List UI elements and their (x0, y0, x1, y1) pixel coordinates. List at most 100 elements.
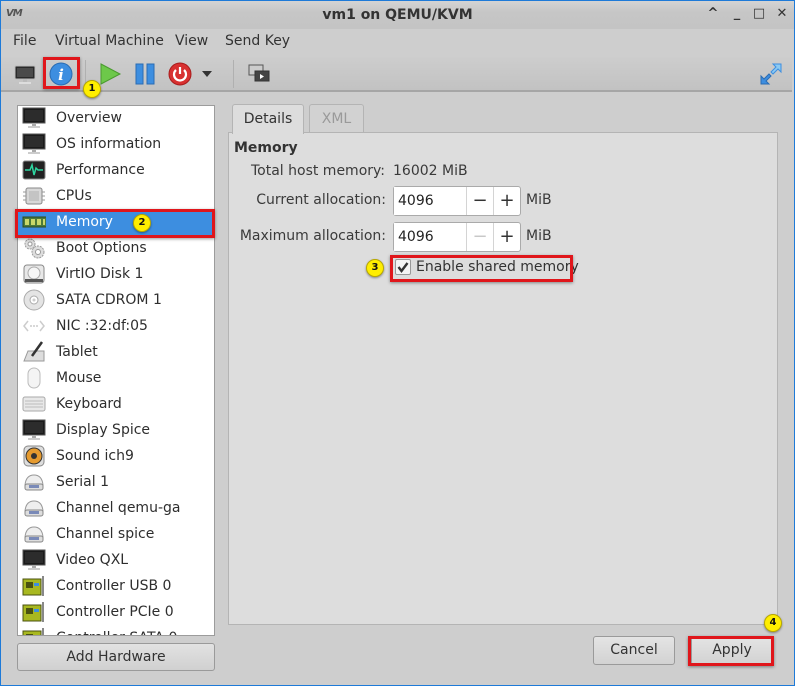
shade-button[interactable]: ^ (705, 6, 721, 22)
menu-virtual-machine[interactable]: Virtual Machine (55, 33, 164, 49)
hardware-list-item-label: NIC :32:df:05 (56, 318, 148, 334)
hardware-list-item-label: CPUs (56, 188, 92, 204)
hardware-list-item[interactable]: NIC :32:df:05 (18, 313, 214, 339)
hardware-list-item-label: SATA CDROM 1 (56, 292, 162, 308)
hardware-list-item-label: Controller PCIe 0 (56, 604, 174, 620)
annotation-badge-4: 4 (764, 614, 782, 632)
window-title: vm1 on QEMU/KVM (322, 7, 473, 23)
hardware-list[interactable]: Overview OS information Performance CPUs Mem… (17, 105, 215, 636)
minimize-button[interactable]: _ (729, 6, 745, 22)
performance-icon (22, 159, 46, 181)
hardware-list-item[interactable]: Controller PCIe 0 (18, 599, 214, 625)
hardware-list-item[interactable]: Channel spice (18, 521, 214, 547)
maximize-button[interactable]: □ (751, 6, 767, 22)
power-icon (168, 62, 192, 86)
hardware-list-item[interactable]: Display Spice (18, 417, 214, 443)
hardware-list-item[interactable]: Keyboard (18, 391, 214, 417)
hardware-list-item-label: Channel spice (56, 526, 155, 542)
hardware-list-item[interactable]: OS information (18, 131, 214, 157)
hardware-list-item[interactable]: SATA CDROM 1 (18, 287, 214, 313)
total-host-memory-label: Total host memory: (250, 163, 385, 179)
tablet-icon (22, 341, 46, 363)
hardware-list-item[interactable]: Channel qemu-ga (18, 495, 214, 521)
hardware-list-item[interactable]: Video QXL (18, 547, 214, 573)
monitor-icon (22, 549, 46, 571)
cancel-button[interactable]: Cancel (593, 636, 675, 665)
hardware-list-item[interactable]: Mouse (18, 365, 214, 391)
hardware-list-item-label: Overview (56, 110, 122, 126)
hardware-list-item-label: Boot Options (56, 240, 147, 256)
serial-icon (22, 497, 46, 519)
close-button[interactable]: ✕ (774, 6, 790, 22)
maximum-allocation-input[interactable] (394, 223, 466, 251)
maximum-allocation-spinner: − + (393, 222, 521, 252)
menu-send-key[interactable]: Send Key (225, 33, 290, 49)
tab-xml[interactable]: XML (309, 104, 364, 133)
menu-file[interactable]: File (13, 33, 36, 49)
snapshots-icon (248, 64, 270, 82)
hardware-list-item[interactable]: Controller USB 0 (18, 573, 214, 599)
cdrom-icon (22, 289, 46, 311)
current-allocation-spinner: − + (393, 186, 521, 216)
gears-icon (22, 237, 46, 259)
annotation-badge-3: 3 (366, 259, 384, 277)
dropdown-arrow-icon (202, 71, 212, 77)
speaker-icon (22, 445, 46, 467)
controller-icon (22, 627, 46, 635)
resize-icon (760, 63, 782, 85)
decrement-button[interactable]: − (466, 187, 493, 215)
hardware-list-item[interactable]: Controller SATA 0 (18, 625, 214, 635)
maximum-allocation-unit: MiB (526, 228, 552, 244)
tab-details[interactable]: Details (232, 104, 304, 134)
shutdown-menu-button[interactable] (197, 60, 217, 88)
hardware-list-item-label: VirtIO Disk 1 (56, 266, 144, 282)
hardware-list-item[interactable]: Sound ich9 (18, 443, 214, 469)
decrement-button[interactable]: − (466, 223, 493, 251)
current-allocation-label: Current allocation: (256, 192, 386, 208)
increment-button[interactable]: + (493, 223, 520, 251)
mouse-icon (22, 367, 46, 389)
menu-bar: File Virtual Machine View Send Key (1, 29, 794, 55)
serial-icon (22, 523, 46, 545)
title-bar[interactable]: VM vm1 on QEMU/KVM ^ _ □ ✕ (1, 1, 794, 29)
nic-icon (22, 315, 46, 337)
annotation-highlight-2 (15, 209, 215, 238)
add-hardware-button[interactable]: Add Hardware (17, 643, 215, 671)
current-allocation-input[interactable] (394, 187, 466, 215)
hardware-list-item[interactable]: Boot Options (18, 235, 214, 261)
pause-button[interactable] (131, 60, 159, 88)
hardware-list-item-label: Performance (56, 162, 145, 178)
hardware-list-item[interactable]: VirtIO Disk 1 (18, 261, 214, 287)
serial-icon (22, 471, 46, 493)
menu-view[interactable]: View (175, 33, 208, 49)
fullscreen-button[interactable] (757, 60, 785, 88)
run-button[interactable] (96, 60, 124, 88)
annotation-highlight-1 (43, 57, 80, 89)
hardware-list-item-label: Controller USB 0 (56, 578, 172, 594)
hardware-list-item[interactable]: Performance (18, 157, 214, 183)
hardware-list-item[interactable]: Serial 1 (18, 469, 214, 495)
hardware-list-item-label: Tablet (56, 344, 98, 360)
shutdown-button[interactable] (166, 60, 194, 88)
increment-button[interactable]: + (493, 187, 520, 215)
section-title: Memory (234, 140, 298, 156)
annotation-highlight-3 (390, 255, 573, 282)
hardware-list-item[interactable]: Tablet (18, 339, 214, 365)
hardware-list-item[interactable]: Overview (18, 106, 214, 131)
vm-details-window: VM vm1 on QEMU/KVM ^ _ □ ✕ File Virtual … (0, 0, 795, 686)
hardware-list-item-label: Video QXL (56, 552, 129, 568)
hardware-list-item-label: Serial 1 (56, 474, 109, 490)
console-button[interactable] (11, 60, 39, 88)
play-icon (100, 63, 122, 85)
total-host-memory-value: 16002 MiB (393, 163, 468, 179)
monitor-icon (22, 133, 46, 155)
hardware-list-item[interactable]: CPUs (18, 183, 214, 209)
hardware-list-item-label: Channel qemu-ga (56, 500, 181, 516)
toolbar-separator (233, 60, 234, 88)
hardware-list-item-label: Display Spice (56, 422, 151, 438)
pause-icon (135, 63, 155, 85)
controller-icon (22, 601, 46, 623)
snapshots-button[interactable] (245, 60, 273, 88)
details-panel: Memory Total host memory: 16002 MiB Curr… (228, 132, 778, 625)
hardware-list-item-label: OS information (56, 136, 162, 152)
